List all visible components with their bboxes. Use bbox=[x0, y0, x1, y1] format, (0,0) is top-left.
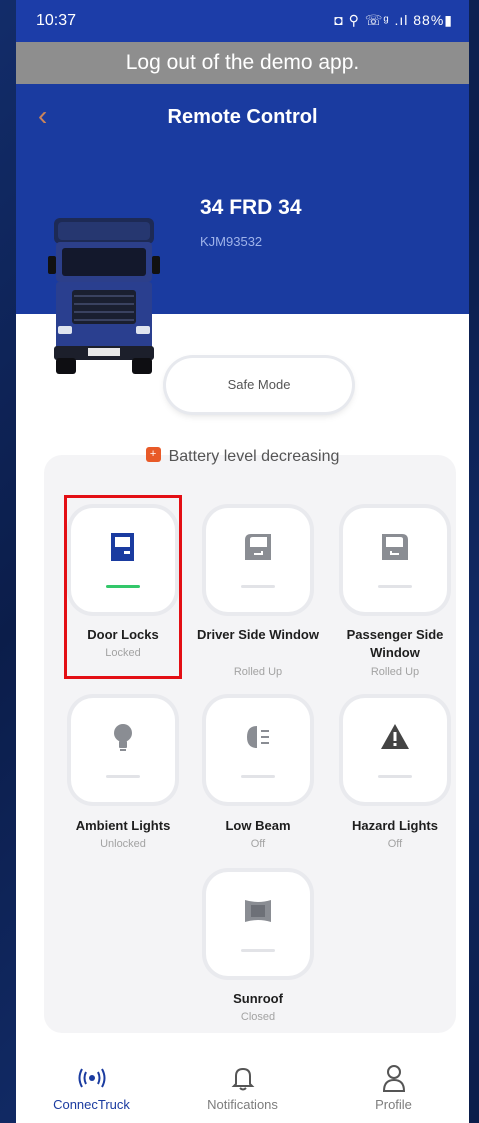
passenger-window-label: Passenger Side Window bbox=[346, 627, 444, 660]
passenger-window-indicator bbox=[378, 585, 412, 588]
ambient-lights-card[interactable] bbox=[71, 698, 175, 802]
page-title: Remote Control bbox=[167, 106, 318, 128]
tab-notifications[interactable]: Notifications bbox=[167, 1063, 318, 1112]
sunroof-status: Closed bbox=[240, 1011, 276, 1023]
status-time: 10:37 bbox=[36, 12, 77, 29]
battery-warning: + Battery level decreasing bbox=[16, 447, 469, 466]
phone-screen: 10:37 ◘ ⚲ ☏ᵍ .ıl 88%▮ Log out of the dem… bbox=[16, 0, 469, 1123]
tab-label: ConnecTruck bbox=[53, 1097, 130, 1112]
driver-window-card[interactable] bbox=[206, 508, 310, 612]
sunroof-indicator bbox=[241, 949, 275, 952]
driver-window-indicator bbox=[241, 585, 275, 588]
status-indicators: ◘ ⚲ ☏ᵍ .ıl 88%▮ bbox=[334, 12, 453, 28]
battery-warning-text: Battery level decreasing bbox=[168, 448, 340, 465]
passenger-window-status: Rolled Up bbox=[370, 666, 420, 678]
low-beam-label: Low Beam bbox=[225, 818, 291, 833]
passenger-window-card[interactable] bbox=[343, 508, 447, 612]
hazard-lights-card[interactable] bbox=[343, 698, 447, 802]
hazard-lights-label: Hazard Lights bbox=[352, 818, 438, 833]
tab-label: Profile bbox=[375, 1097, 412, 1112]
hazard-lights-status: Off bbox=[387, 838, 403, 850]
tab-profile[interactable]: Profile bbox=[318, 1063, 469, 1112]
ambient-lights-indicator bbox=[106, 775, 140, 778]
signal-icon bbox=[16, 1063, 167, 1093]
hazard-lights-indicator bbox=[378, 775, 412, 778]
bottom-tab-bar: ConnecTruck Notifications Profile bbox=[16, 1049, 469, 1123]
door-locks-highlight-box bbox=[64, 495, 182, 679]
driver-window-icon bbox=[206, 530, 310, 569]
vehicle-plate: 34 FRD 34 bbox=[200, 196, 302, 219]
safe-mode-button[interactable]: Safe Mode bbox=[166, 358, 352, 412]
driver-window-status: Rolled Up bbox=[233, 666, 283, 678]
low-beam-icon bbox=[206, 720, 310, 759]
logout-banner[interactable]: Log out of the demo app. bbox=[16, 42, 469, 84]
low-beam-status: Off bbox=[250, 838, 266, 850]
vehicle-vin: KJM93532 bbox=[200, 234, 263, 249]
warning-badge-icon: + bbox=[145, 447, 161, 463]
driver-window-label: Driver Side Window bbox=[197, 627, 319, 642]
sunroof-card[interactable] bbox=[206, 872, 310, 976]
passenger-window-icon bbox=[343, 530, 447, 569]
low-beam-card[interactable] bbox=[206, 698, 310, 802]
hazard-icon bbox=[343, 720, 447, 759]
tab-label: Notifications bbox=[207, 1097, 278, 1112]
sunroof-icon bbox=[206, 894, 310, 933]
bell-icon bbox=[167, 1063, 318, 1093]
bulb-icon bbox=[71, 720, 175, 759]
sunroof-label: Sunroof bbox=[233, 991, 283, 1006]
low-beam-indicator bbox=[241, 775, 275, 778]
truck-image bbox=[48, 218, 160, 374]
ambient-lights-label: Ambient Lights bbox=[75, 818, 171, 833]
user-icon bbox=[318, 1063, 469, 1093]
tab-connectruck[interactable]: ConnecTruck bbox=[16, 1063, 167, 1112]
ambient-lights-status: Unlocked bbox=[100, 838, 146, 850]
status-bar: 10:37 ◘ ⚲ ☏ᵍ .ıl 88%▮ bbox=[16, 0, 469, 42]
